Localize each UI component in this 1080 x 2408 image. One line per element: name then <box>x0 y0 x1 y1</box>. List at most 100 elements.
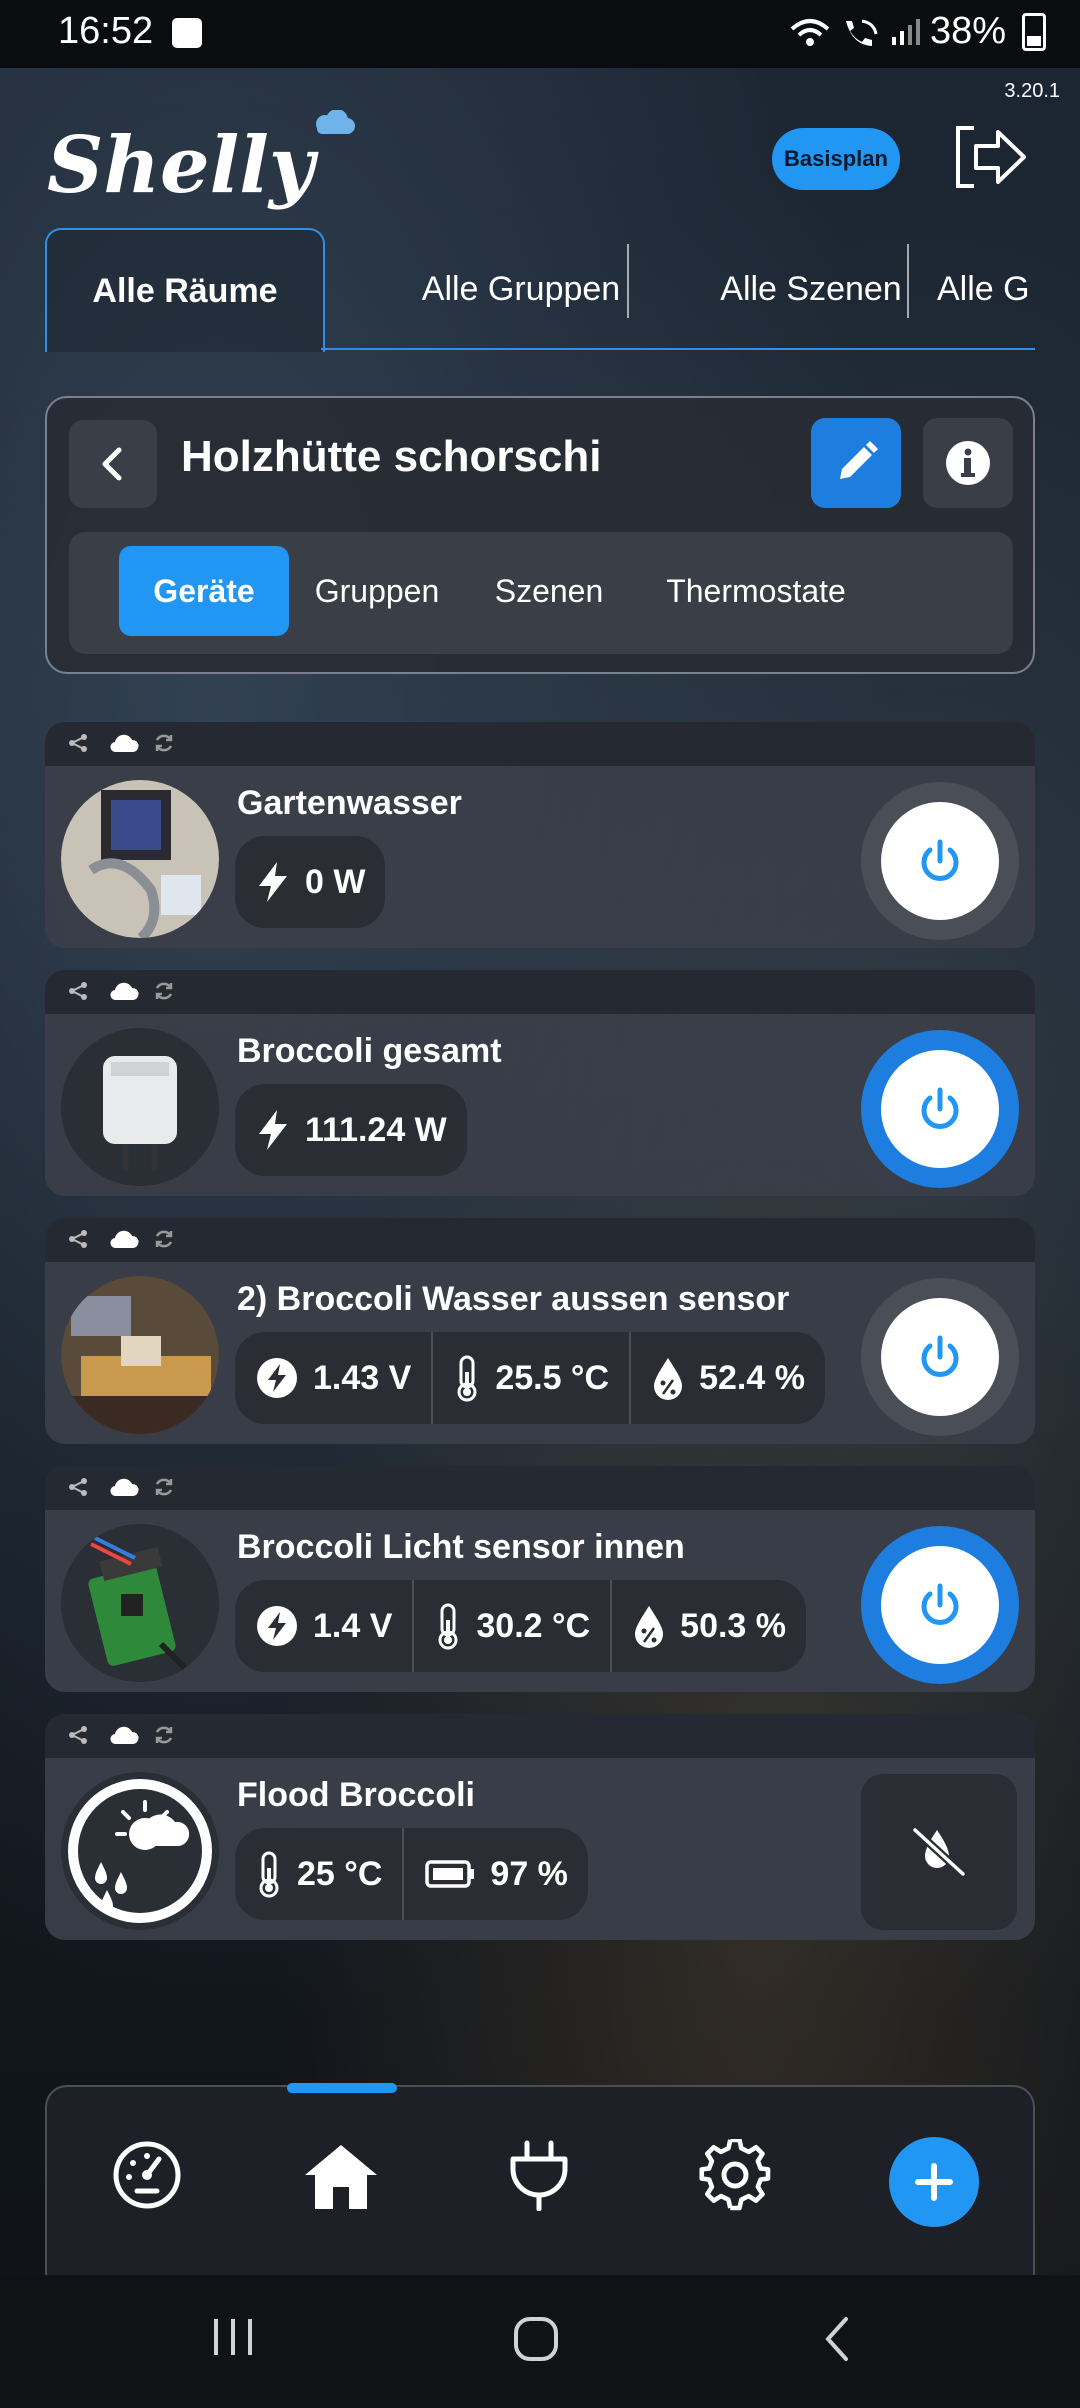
device-card[interactable]: Gartenwasser 0 W <box>45 722 1035 948</box>
subtab-geraete[interactable]: Geräte <box>119 546 289 636</box>
device-photo <box>61 780 219 938</box>
active-tab-indicator <box>287 2083 397 2093</box>
reading-value: 30.2 °C <box>476 1606 591 1645</box>
device-name: Broccoli Licht sensor innen <box>237 1528 685 1566</box>
shelly-logo: Shelly <box>45 109 365 211</box>
reading-value: 111.24 W <box>305 1110 447 1149</box>
device-photo <box>61 1028 219 1186</box>
reading-value: 25.5 °C <box>495 1358 610 1397</box>
room-card: Holzhütte schorschi Geräte Gruppen Szene… <box>45 396 1035 674</box>
power-toggle[interactable] <box>861 1030 1019 1188</box>
nav-dashboard[interactable] <box>107 2135 187 2215</box>
subtab-gruppen[interactable]: Gruppen <box>297 546 457 636</box>
home-icon <box>305 2145 377 2209</box>
device-status-row <box>45 970 1035 1014</box>
device-card[interactable]: Flood Broccoli 25 °C 97 % <box>45 1714 1035 1940</box>
cloud-icon <box>110 1478 139 1497</box>
sync-icon <box>155 1478 173 1496</box>
device-name: 2) Broccoli Wasser aussen sensor <box>237 1280 790 1318</box>
humidity-icon <box>654 1358 683 1400</box>
voltage-reading: 1.43 V <box>235 1332 431 1424</box>
sync-icon <box>155 734 173 752</box>
temperature-reading: 25 °C <box>235 1828 402 1920</box>
tab-divider <box>907 244 909 318</box>
edit-button[interactable] <box>811 418 901 508</box>
power-toggle[interactable] <box>861 1526 1019 1684</box>
info-icon <box>946 441 990 485</box>
device-photo <box>61 1524 219 1682</box>
nav-devices[interactable] <box>499 2135 579 2215</box>
temperature-reading: 25.5 °C <box>431 1332 629 1424</box>
room-tabs: Alle Räume Alle Gruppen Alle Szenen Alle… <box>45 228 1035 352</box>
device-readings: 1.4 V 30.2 °C 50.3 % <box>235 1580 807 1672</box>
recent-apps-icon[interactable] <box>208 2315 258 2359</box>
device-card[interactable]: 2) Broccoli Wasser aussen sensor 1.43 V … <box>45 1218 1035 1444</box>
add-button[interactable] <box>889 2137 979 2227</box>
status-time: 16:52 <box>58 10 154 52</box>
signal-icon <box>891 18 920 45</box>
device-photo <box>61 1772 219 1930</box>
nav-home[interactable] <box>301 2135 381 2215</box>
back-button[interactable] <box>69 420 157 508</box>
share-icon <box>69 734 87 752</box>
cloud-icon <box>110 1726 139 1745</box>
back-nav-icon[interactable] <box>818 2315 858 2363</box>
device-name: Broccoli gesamt <box>237 1032 502 1070</box>
system-navigation <box>0 2275 1080 2408</box>
bottom-navigation <box>45 2083 1035 2275</box>
humidity-reading: 50.3 % <box>610 1580 806 1672</box>
subtab-szenen[interactable]: Szenen <box>469 546 629 636</box>
battery-icon <box>425 1860 475 1888</box>
battery-icon <box>1022 12 1046 51</box>
flood-alarm-button[interactable] <box>861 1774 1017 1930</box>
reading-value: 1.43 V <box>313 1358 412 1397</box>
device-card[interactable]: Broccoli Licht sensor innen 1.4 V 30.2 °… <box>45 1466 1035 1692</box>
reading-value: 97 % <box>490 1854 568 1893</box>
pencil-icon <box>840 441 878 479</box>
device-photo <box>61 1276 219 1434</box>
device-card[interactable]: Broccoli gesamt 111.24 W <box>45 970 1035 1196</box>
power-icon <box>921 1583 959 1625</box>
tab-alle-raeume[interactable]: Alle Räume <box>45 228 325 352</box>
tab-underline <box>321 348 1035 350</box>
wifi-icon <box>790 18 830 46</box>
share-icon <box>69 1478 87 1496</box>
voltage-icon <box>257 1606 297 1646</box>
power-reading: 111.24 W <box>235 1084 467 1176</box>
nav-settings[interactable] <box>695 2135 775 2215</box>
cloud-icon <box>110 1230 139 1249</box>
share-icon <box>69 1726 87 1744</box>
notification-app-icon <box>172 18 202 48</box>
chevron-left-icon <box>102 447 122 481</box>
tab-alle-geraete[interactable]: Alle G <box>917 228 1035 350</box>
settings-icon <box>699 2139 771 2211</box>
reading-value: 0 W <box>305 862 366 901</box>
power-toggle[interactable] <box>861 782 1019 940</box>
thermometer-icon <box>457 1355 477 1402</box>
device-name: Gartenwasser <box>237 784 462 822</box>
reading-value: 25 °C <box>297 1854 383 1893</box>
temperature-reading: 30.2 °C <box>412 1580 610 1672</box>
device-status-row <box>45 1714 1035 1758</box>
power-icon <box>921 839 959 881</box>
bolt-icon <box>259 1110 287 1150</box>
thermometer-icon <box>438 1603 458 1650</box>
device-status-row <box>45 722 1035 766</box>
battery-reading: 97 % <box>402 1828 588 1920</box>
subtab-thermostate[interactable]: Thermostate <box>641 546 871 636</box>
power-icon <box>921 1335 959 1377</box>
device-name: Flood Broccoli <box>237 1776 475 1814</box>
info-button[interactable] <box>923 418 1013 508</box>
svg-text:Shelly: Shelly <box>47 120 319 210</box>
home-button-icon[interactable] <box>512 2315 560 2363</box>
share-icon <box>69 982 87 1000</box>
power-icon <box>921 1087 959 1129</box>
plan-button[interactable]: Basisplan <box>772 128 900 190</box>
sync-icon <box>155 982 173 1000</box>
power-toggle[interactable] <box>861 1278 1019 1436</box>
device-status-row <box>45 1466 1035 1510</box>
humidity-reading: 52.4 % <box>629 1332 825 1424</box>
device-status-row <box>45 1218 1035 1262</box>
device-readings: 111.24 W <box>235 1084 467 1176</box>
logout-icon[interactable] <box>952 124 1030 190</box>
